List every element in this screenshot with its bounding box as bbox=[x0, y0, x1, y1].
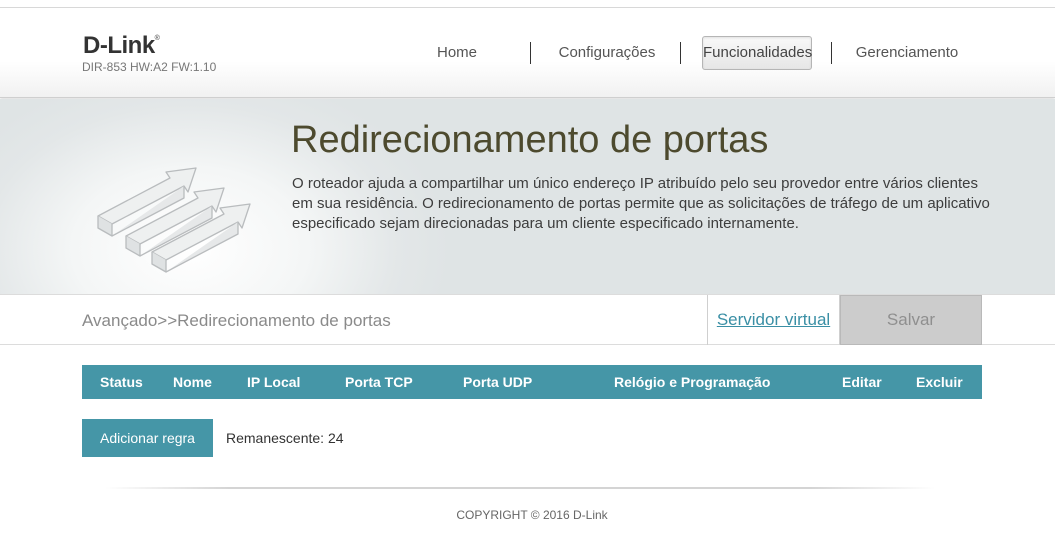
footer-divider bbox=[105, 487, 935, 489]
page-description: O roteador ajuda a compartilhar um único… bbox=[292, 175, 990, 232]
model-info: DIR-853 HW:A2 FW:1.10 bbox=[82, 60, 217, 74]
breadcrumb: Avançado>>Redirecionamento de portas bbox=[82, 311, 391, 330]
save-button[interactable]: Salvar bbox=[840, 295, 982, 345]
remaining-count: Remanescente: 24 bbox=[226, 430, 344, 446]
column-udp-port: Porta UDP bbox=[463, 374, 533, 390]
dlink-logo[interactable]: D-Link® bbox=[83, 32, 160, 60]
nav-settings[interactable]: Configurações bbox=[548, 36, 666, 70]
nav-management[interactable]: Gerenciamento bbox=[848, 36, 966, 70]
nav-separator bbox=[530, 42, 531, 64]
virtual-server-link[interactable]: Servidor virtual bbox=[707, 295, 840, 345]
port-forwarding-arrows-icon bbox=[97, 167, 251, 273]
column-schedule: Relógio e Programação bbox=[614, 374, 771, 390]
nav-features[interactable]: Funcionalidades bbox=[702, 36, 812, 70]
column-name: Nome bbox=[173, 374, 212, 390]
action-bar: Avançado>>Redirecionamento de portas Ser… bbox=[0, 294, 1055, 345]
column-tcp-port: Porta TCP bbox=[345, 374, 413, 390]
page-banner: Redirecionamento de portas O roteador aj… bbox=[0, 99, 1055, 294]
column-edit: Editar bbox=[842, 374, 882, 390]
top-strip bbox=[0, 0, 1055, 8]
nav-separator bbox=[680, 42, 681, 64]
page-title: Redirecionamento de portas bbox=[291, 119, 769, 161]
nav-separator bbox=[831, 42, 832, 64]
add-rule-button[interactable]: Adicionar regra bbox=[82, 419, 213, 457]
rules-table-header: Status Nome IP Local Porta TCP Porta UDP… bbox=[82, 365, 982, 399]
column-delete: Excluir bbox=[916, 374, 963, 390]
copyright: COPYRIGHT © 2016 D-Link bbox=[456, 508, 608, 522]
nav-home[interactable]: Home bbox=[418, 36, 496, 70]
column-local-ip: IP Local bbox=[247, 374, 301, 390]
header: D-Link® DIR-853 HW:A2 FW:1.10 Home Confi… bbox=[0, 8, 1055, 98]
column-status: Status bbox=[100, 374, 143, 390]
